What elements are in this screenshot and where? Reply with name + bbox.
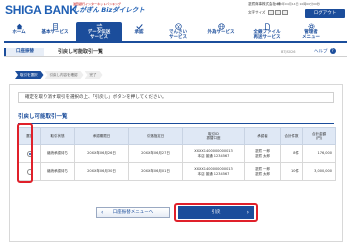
debit-date-cell: 20XX年06月01日 xyxy=(128,162,183,181)
text-size-medium-button[interactable] xyxy=(274,10,281,15)
column-header: 合計件数 xyxy=(280,127,303,145)
back-button-label: 口座振替メニューへ xyxy=(112,210,154,215)
help-label: ヘルプ xyxy=(314,49,328,55)
screen-id: BTJS026 xyxy=(281,50,296,54)
step-confirm: 引戻し内容を確認 xyxy=(45,71,84,79)
select-cell xyxy=(18,162,41,181)
nav-item-0[interactable]: ホーム xyxy=(4,22,34,41)
approval-deadline-cell: 20XX年06月30日 xyxy=(74,162,129,181)
title-row: 口座振替 引戻し可能取引一覧 BTJS026 ヘルプ? xyxy=(4,47,347,57)
count-cell: 10件 xyxy=(280,162,303,181)
transaction-table: 選択 取引状態 承認期限日 引落指定日 取引ID 振替口座 承認者 合計件数 合計金額 (円) 継… xyxy=(18,127,336,181)
select-cell xyxy=(18,144,41,163)
section-title: 引戻し可能取引一覧 xyxy=(18,114,68,120)
nav-label: データ伝送 サービス xyxy=(87,30,111,40)
gear-icon xyxy=(307,23,315,30)
instruction-message: 確定を取り消す取引を選択の上、「引戻し」ボタンを押してください。 xyxy=(18,92,334,103)
login-time: 20XX年04月14日 10時00分00秒 xyxy=(274,2,320,6)
status-cell: 継続承認待ち xyxy=(40,162,75,181)
column-header: 承認者 xyxy=(244,127,281,145)
table-row: 継続承認待ち 20XX年06月26日 20XX年06月27日 XXXX14000000… xyxy=(18,144,336,163)
nav-label: 全銀ファイル 再送サービス xyxy=(253,30,281,40)
debit-date-cell: 20XX年06月27日 xyxy=(128,144,183,163)
row-select-radio[interactable] xyxy=(26,168,33,175)
yen-icon xyxy=(174,23,182,30)
bank-logo[interactable]: SHIGA BANK xyxy=(5,3,78,17)
step-complete: 完了 xyxy=(85,71,103,79)
chevron-right-icon: › xyxy=(246,209,249,216)
transfer-icon xyxy=(96,23,102,30)
help-icon: ? xyxy=(329,48,336,54)
chevron-left-icon: ‹ xyxy=(101,209,104,216)
row-select-radio[interactable] xyxy=(26,150,33,157)
amount-cell: 176,000 xyxy=(302,144,336,163)
logout-button[interactable]: ログアウト xyxy=(305,9,345,18)
table-header-row: 選択 取引状態 承認期限日 引落指定日 取引ID 振替口座 承認者 合計件数 合計金額 (円) xyxy=(18,127,336,145)
nav-label: でんさい サービス xyxy=(169,30,187,40)
text-size-label: 文字サイズ xyxy=(248,10,266,15)
column-header: 合計金額 (円) xyxy=(302,127,336,145)
globe-icon xyxy=(217,23,225,30)
approver-cell: 滋賀 一郎 滋賀 太郎 xyxy=(244,162,281,181)
count-cell: 8件 xyxy=(280,144,303,163)
amount-cell: 3,000,000 xyxy=(302,162,336,181)
nav-item-1[interactable]: 基本サービス xyxy=(34,22,76,41)
category-label: 口座振替 xyxy=(4,48,44,56)
nav-label: 管理者 メニュー xyxy=(302,30,320,40)
column-header: 承認期限日 xyxy=(74,127,129,145)
nav-label: 外為サービス xyxy=(207,30,235,35)
main-nav: ホーム 基本サービス データ伝送 サービス 承認 でんさい サービス 外為サービス 全銀ファイル… xyxy=(4,22,347,43)
document-icon xyxy=(52,23,58,30)
step-select: 取引を選択 xyxy=(15,71,44,79)
step-indicator: 取引を選択 引戻し内容を確認 完了 xyxy=(15,71,104,79)
column-header: 取引ID 振替口座 xyxy=(182,127,245,145)
table-row: 継続承認待ち 20XX年06月30日 20XX年06月01日 XXXX14000000… xyxy=(18,162,336,181)
back-to-menu-button[interactable]: ‹ 口座振替メニューへ xyxy=(96,207,170,218)
nav-label: 承認 xyxy=(134,30,144,35)
home-icon xyxy=(16,23,22,30)
transaction-id-cell: XXXX1400000000013 本店 普通 1234567 xyxy=(182,144,245,163)
withdraw-button[interactable]: 引戻 › xyxy=(178,206,254,219)
column-header: 選択 xyxy=(18,127,41,145)
approval-deadline-cell: 20XX年06月26日 xyxy=(74,144,129,163)
status-cell: 継続承認待ち xyxy=(40,144,75,163)
service-title: しがぎん Bizダイレクト xyxy=(73,6,145,14)
check-icon xyxy=(135,24,143,30)
text-size-control: 文字サイズ xyxy=(248,10,288,16)
withdraw-button-label: 引戻 xyxy=(211,210,221,215)
transaction-id-cell: XXXX1400000000013 本店 普通 1234567 xyxy=(182,162,245,181)
nav-item-5[interactable]: 外為サービス xyxy=(200,22,242,41)
nav-item-2[interactable]: データ伝送 サービス xyxy=(76,22,122,41)
approver-cell: 滋賀 一郎 滋賀 太郎 xyxy=(244,144,281,163)
service-name: 滋賀銀行インターネットバンキング しがぎん Bizダイレクト xyxy=(73,2,145,14)
header: SHIGA BANK 滋賀銀行インターネットバンキング しがぎん Bizダイレク… xyxy=(0,0,350,21)
page-title: 引戻し可能取引一覧 xyxy=(58,49,104,55)
section-divider xyxy=(18,123,334,124)
text-size-large-button[interactable] xyxy=(281,10,288,15)
nav-item-4[interactable]: でんさい サービス xyxy=(156,22,200,41)
column-header: 引落指定日 xyxy=(128,127,183,145)
nav-item-7[interactable]: 管理者 メニュー xyxy=(292,22,330,41)
table-body: 継続承認待ち 20XX年06月26日 20XX年06月27日 XXXX14000000… xyxy=(18,144,336,181)
content-panel: 確定を取り消す取引を選択の上、「引戻し」ボタンを押してください。 引戻し可能取引… xyxy=(9,84,343,242)
nav-item-6[interactable]: 全銀ファイル 再送サービス xyxy=(242,22,292,41)
nav-item-3[interactable]: 承認 xyxy=(122,22,156,41)
text-size-small-button[interactable] xyxy=(267,10,274,15)
file-icon xyxy=(264,23,270,30)
nav-label: ホーム xyxy=(12,30,26,35)
nav-label: 基本サービス xyxy=(41,30,69,35)
help-link[interactable]: ヘルプ? xyxy=(314,48,336,57)
column-header: 取引状態 xyxy=(40,127,75,145)
